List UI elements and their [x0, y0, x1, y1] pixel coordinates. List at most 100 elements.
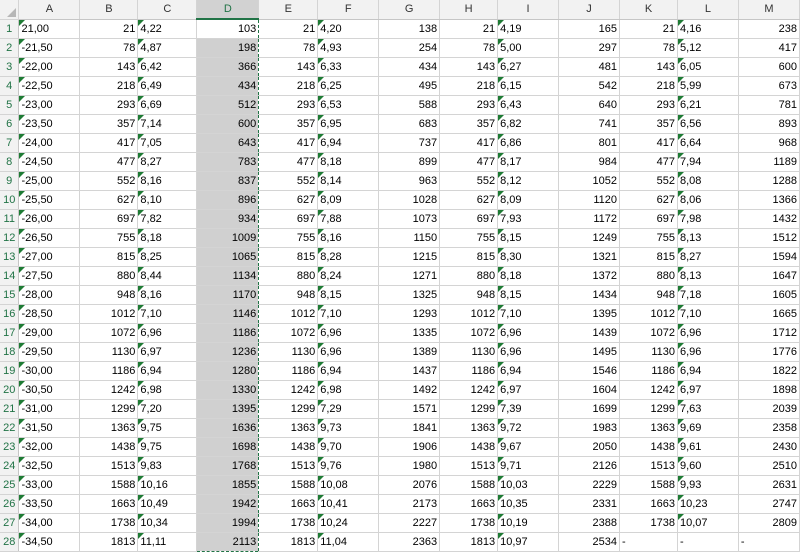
- cell-h26[interactable]: 1663: [439, 494, 499, 514]
- cell-f15[interactable]: 8,15: [317, 285, 380, 305]
- cell-k1[interactable]: 21: [619, 19, 678, 39]
- cell-m4[interactable]: 673: [738, 76, 800, 96]
- cell-a8[interactable]: -24,50: [18, 152, 81, 172]
- cell-h14[interactable]: 880: [439, 266, 499, 286]
- cell-j26[interactable]: 2331: [558, 494, 621, 514]
- cell-e18[interactable]: 1130: [258, 342, 319, 362]
- cell-j16[interactable]: 1395: [558, 304, 621, 324]
- cell-a16[interactable]: -28,50: [18, 304, 81, 324]
- cell-i8[interactable]: 8,17: [497, 152, 560, 172]
- select-all-button[interactable]: [0, 0, 20, 20]
- cell-m11[interactable]: 1432: [738, 209, 800, 229]
- cell-i22[interactable]: 9,72: [497, 418, 560, 438]
- cell-l3[interactable]: 6,05: [677, 57, 739, 77]
- cell-h7[interactable]: 417: [439, 133, 499, 153]
- row-header[interactable]: 27: [0, 513, 20, 533]
- cell-l10[interactable]: 8,06: [677, 190, 739, 210]
- cell-d23[interactable]: 1698: [196, 437, 260, 457]
- cell-d16[interactable]: 1146: [196, 304, 260, 324]
- column-header-h[interactable]: H: [439, 0, 499, 20]
- cell-f21[interactable]: 7,29: [317, 399, 380, 419]
- cell-h12[interactable]: 755: [439, 228, 499, 248]
- cell-l20[interactable]: 6,97: [677, 380, 739, 400]
- cell-a4[interactable]: -22,50: [18, 76, 81, 96]
- cell-f12[interactable]: 8,16: [317, 228, 380, 248]
- cell-c6[interactable]: 7,14: [137, 114, 198, 134]
- cell-g10[interactable]: 1028: [378, 190, 441, 210]
- row-header[interactable]: 2: [0, 38, 20, 58]
- cell-c23[interactable]: 9,75: [137, 437, 198, 457]
- cell-b10[interactable]: 627: [79, 190, 139, 210]
- cell-d18[interactable]: 1236: [196, 342, 260, 362]
- cell-k23[interactable]: 1438: [619, 437, 678, 457]
- row-header[interactable]: 4: [0, 76, 20, 96]
- cell-j6[interactable]: 741: [558, 114, 621, 134]
- cell-b8[interactable]: 477: [79, 152, 139, 172]
- cell-a11[interactable]: -26,00: [18, 209, 81, 229]
- cell-i2[interactable]: 5,00: [497, 38, 560, 58]
- cell-g25[interactable]: 2076: [378, 475, 441, 495]
- column-header-i[interactable]: I: [497, 0, 560, 20]
- cell-e13[interactable]: 815: [258, 247, 319, 267]
- cell-b14[interactable]: 880: [79, 266, 139, 286]
- column-header-a[interactable]: A: [18, 0, 81, 20]
- cell-b4[interactable]: 218: [79, 76, 139, 96]
- cell-i3[interactable]: 6,27: [497, 57, 560, 77]
- cell-h5[interactable]: 293: [439, 95, 499, 115]
- cell-h16[interactable]: 1012: [439, 304, 499, 324]
- cell-f19[interactable]: 6,94: [317, 361, 380, 381]
- cell-m17[interactable]: 1712: [738, 323, 800, 343]
- cell-m5[interactable]: 781: [738, 95, 800, 115]
- row-header[interactable]: 5: [0, 95, 20, 115]
- cell-c20[interactable]: 6,98: [137, 380, 198, 400]
- cell-f4[interactable]: 6,25: [317, 76, 380, 96]
- cell-m10[interactable]: 1366: [738, 190, 800, 210]
- cell-l11[interactable]: 7,98: [677, 209, 739, 229]
- cell-h19[interactable]: 1186: [439, 361, 499, 381]
- cell-f13[interactable]: 8,28: [317, 247, 380, 267]
- row-header[interactable]: 11: [0, 209, 20, 229]
- cell-k18[interactable]: 1130: [619, 342, 678, 362]
- cell-k25[interactable]: 1588: [619, 475, 678, 495]
- cell-h17[interactable]: 1072: [439, 323, 499, 343]
- cell-f6[interactable]: 6,95: [317, 114, 380, 134]
- cell-k9[interactable]: 552: [619, 171, 678, 191]
- cell-b24[interactable]: 1513: [79, 456, 139, 476]
- cell-i17[interactable]: 6,96: [497, 323, 560, 343]
- cell-a7[interactable]: -24,00: [18, 133, 81, 153]
- cell-b11[interactable]: 697: [79, 209, 139, 229]
- cell-b9[interactable]: 552: [79, 171, 139, 191]
- cell-e19[interactable]: 1186: [258, 361, 319, 381]
- cell-j19[interactable]: 1546: [558, 361, 621, 381]
- cell-l24[interactable]: 9,60: [677, 456, 739, 476]
- cell-e16[interactable]: 1012: [258, 304, 319, 324]
- column-header-d[interactable]: D: [196, 0, 260, 20]
- cell-e12[interactable]: 755: [258, 228, 319, 248]
- cell-b27[interactable]: 1738: [79, 513, 139, 533]
- cell-i6[interactable]: 6,82: [497, 114, 560, 134]
- column-header-j[interactable]: J: [558, 0, 621, 20]
- cell-d19[interactable]: 1280: [196, 361, 260, 381]
- cell-m1[interactable]: 238: [738, 19, 800, 39]
- cell-h13[interactable]: 815: [439, 247, 499, 267]
- cell-b6[interactable]: 357: [79, 114, 139, 134]
- row-header[interactable]: 16: [0, 304, 20, 324]
- cell-a3[interactable]: -22,00: [18, 57, 81, 77]
- cell-m18[interactable]: 1776: [738, 342, 800, 362]
- cell-k6[interactable]: 357: [619, 114, 678, 134]
- cell-f1[interactable]: 4,20: [317, 19, 380, 39]
- cell-m14[interactable]: 1647: [738, 266, 800, 286]
- cell-e4[interactable]: 218: [258, 76, 319, 96]
- cell-b5[interactable]: 293: [79, 95, 139, 115]
- cell-c24[interactable]: 9,83: [137, 456, 198, 476]
- cell-k14[interactable]: 880: [619, 266, 678, 286]
- cell-m7[interactable]: 968: [738, 133, 800, 153]
- cell-d21[interactable]: 1395: [196, 399, 260, 419]
- cell-d3[interactable]: 366: [196, 57, 260, 77]
- cell-i27[interactable]: 10,19: [497, 513, 560, 533]
- cell-m6[interactable]: 893: [738, 114, 800, 134]
- cell-g23[interactable]: 1906: [378, 437, 441, 457]
- cell-h25[interactable]: 1588: [439, 475, 499, 495]
- cell-d2[interactable]: 198: [196, 38, 260, 58]
- cell-f24[interactable]: 9,76: [317, 456, 380, 476]
